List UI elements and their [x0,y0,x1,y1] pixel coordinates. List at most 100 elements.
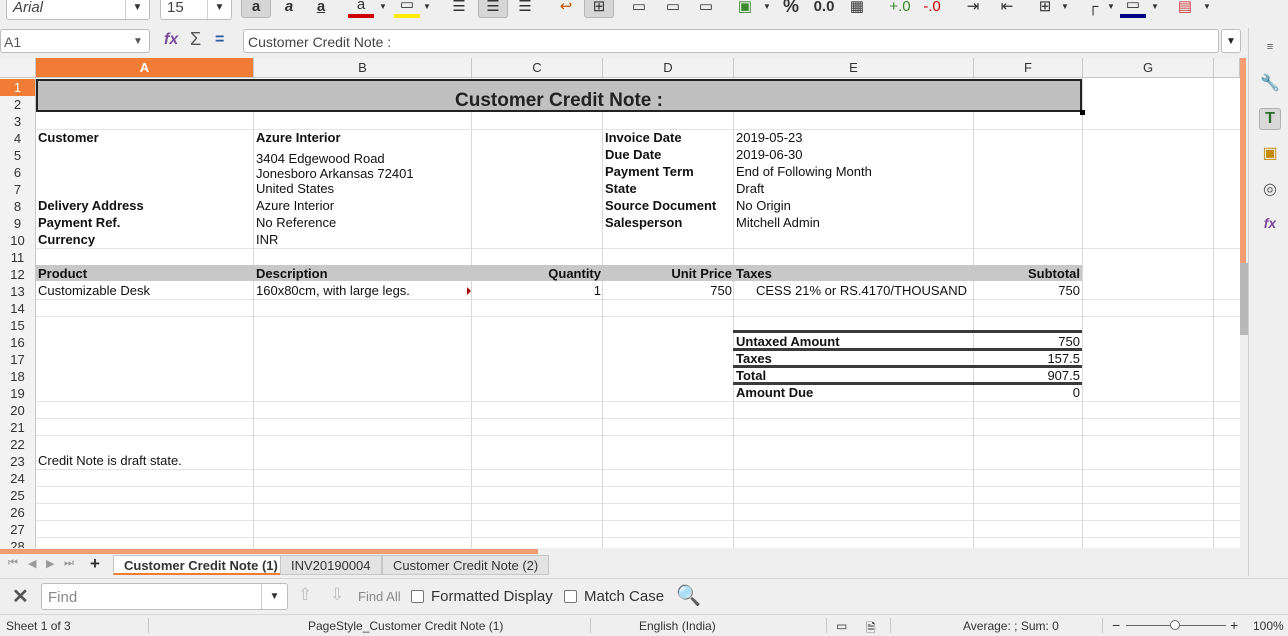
column-header-e[interactable]: E [734,58,974,78]
row-header-20[interactable]: 20 [0,402,36,419]
row-header-25[interactable]: 25 [0,487,36,504]
border-color-icon[interactable]: ▭ [1120,0,1146,18]
bold-icon[interactable]: a [241,0,271,18]
align-right-icon[interactable]: ☰ [513,0,537,18]
fill-handle[interactable] [1080,110,1085,115]
selection-mode-icon[interactable]: ▭ [836,619,847,633]
formula-input[interactable]: Customer Credit Note : [243,29,1219,53]
underline-icon[interactable]: a [310,0,332,18]
align-top-icon[interactable]: ▭ [628,0,650,18]
column-header-g[interactable]: G [1083,58,1214,78]
prev-sheet-icon[interactable]: ◀ [28,557,36,570]
row-header-3[interactable]: 3 [0,113,36,130]
column-header-b[interactable]: B [254,58,472,78]
chevron-down-icon[interactable]: ▼ [762,0,772,18]
language[interactable]: English (India) [639,619,716,633]
row-header-18[interactable]: 18 [0,368,36,385]
document-modified-icon[interactable]: 🗎 [866,619,876,636]
functions-icon[interactable]: fx [1259,212,1281,234]
row-header-7[interactable]: 7 [0,181,36,198]
row-header-10[interactable]: 10 [0,232,36,249]
align-middle-icon[interactable]: ▭ [662,0,684,18]
vertical-scrollbar[interactable] [1240,58,1248,548]
add-sheet-icon[interactable]: + [90,554,100,574]
merge-cells-icon[interactable]: ⊞ [584,0,614,18]
row-header-17[interactable]: 17 [0,351,36,368]
row-header-21[interactable]: 21 [0,419,36,436]
font-name-box[interactable]: Arial ▼ [6,0,150,20]
tab-customer-credit-note-2[interactable]: Customer Credit Note (2) [382,555,550,575]
credit-note-title[interactable]: Customer Credit Note : [36,79,1082,112]
italic-icon[interactable]: a [278,0,300,18]
find-next-icon[interactable]: ⇩ [330,585,344,605]
chevron-down-icon[interactable]: ▼ [127,30,149,52]
font-color-icon[interactable]: a [348,0,374,18]
row-header-6[interactable]: 6 [0,164,36,181]
add-decimal-icon[interactable]: +.0 [886,0,914,18]
chevron-down-icon[interactable]: ▼ [1202,0,1212,18]
function-wizard-icon[interactable]: fx [164,31,178,49]
delete-decimal-icon[interactable]: -.0 [918,0,946,18]
horizontal-scrollbar[interactable] [0,549,538,554]
row-header-24[interactable]: 24 [0,470,36,487]
sidebar-menu-icon[interactable]: ≡ [1259,36,1281,58]
border-style-icon[interactable]: ┌ [1082,0,1104,18]
chevron-down-icon[interactable]: ▼ [1060,0,1070,18]
find-previous-icon[interactable]: ⇧ [298,585,312,605]
borders-icon[interactable]: ⊞ [1034,0,1056,18]
sum-icon[interactable]: Σ [190,29,201,50]
styles-icon[interactable]: T [1259,108,1281,130]
page-style[interactable]: PageStyle_Customer Credit Note (1) [308,619,503,633]
formatted-display-checkbox[interactable] [411,590,424,603]
chevron-down-icon[interactable]: ▼ [422,0,432,18]
spreadsheet-grid[interactable]: A B C D E F G 1 2 3 4 5 6 7 8 9 10 11 12… [0,58,1240,548]
row-header-26[interactable]: 26 [0,504,36,521]
scrollbar-thumb[interactable] [1240,263,1248,335]
row-header-5[interactable]: 5 [0,147,36,164]
row-header-2[interactable]: 2 [0,96,36,113]
row-header-16[interactable]: 16 [0,334,36,351]
first-sheet-icon[interactable]: ⏮ [8,557,18,570]
number-format-icon[interactable]: 0.0 [810,0,838,18]
date-format-icon[interactable]: ▦ [846,0,868,18]
selection-summary[interactable]: Average: ; Sum: 0 [963,619,1059,633]
row-header-8[interactable]: 8 [0,198,36,215]
align-center-icon[interactable]: ☰ [478,0,508,18]
zoom-slider-thumb[interactable] [1170,620,1180,630]
row-header-13[interactable]: 13 [0,283,36,300]
row-header-9[interactable]: 9 [0,215,36,232]
zoom-in-icon[interactable]: + [1230,617,1238,633]
row-header-28[interactable]: 28 [0,538,36,548]
last-sheet-icon[interactable]: ⏭ [64,557,74,570]
chevron-down-icon[interactable]: ▼ [207,0,231,19]
column-header-h[interactable] [1214,58,1240,78]
chevron-down-icon[interactable]: ▼ [261,584,287,609]
tab-customer-credit-note-1[interactable]: Customer Credit Note (1) [113,555,289,575]
row-header-12[interactable]: 12 [0,266,36,283]
find-all-button[interactable]: Find All [358,589,401,604]
match-case-checkbox[interactable] [564,590,577,603]
close-icon[interactable]: ✕ [12,584,29,609]
decrease-indent-icon[interactable]: ⇤ [994,0,1020,18]
align-left-icon[interactable]: ☰ [447,0,471,18]
row-header-11[interactable]: 11 [0,249,36,266]
formula-equals-icon[interactable]: = [215,31,224,49]
find-input[interactable]: Find ▼ [41,583,288,610]
align-bottom-icon[interactable]: ▭ [695,0,717,18]
column-header-d[interactable]: D [603,58,734,78]
highlight-color-icon[interactable]: ▭ [394,0,420,18]
row-header-22[interactable]: 22 [0,436,36,453]
navigator-icon[interactable]: ◎ [1259,178,1281,200]
expand-formula-icon[interactable]: ▼ [1221,29,1241,53]
column-header-f[interactable]: F [974,58,1083,78]
row-header-1[interactable]: 1 [0,79,36,96]
conditional-format-icon[interactable]: ▤ [1172,0,1198,18]
select-all-corner[interactable] [0,58,36,78]
find-replace-icon[interactable]: 🔍 [676,583,701,608]
row-header-4[interactable]: 4 [0,130,36,147]
gallery-icon[interactable]: ▣ [1259,142,1281,164]
chevron-down-icon[interactable]: ▼ [1106,0,1116,18]
column-header-c[interactable]: C [472,58,603,78]
increase-indent-icon[interactable]: ⇥ [960,0,986,18]
tab-inv20190004[interactable]: INV20190004 [280,555,382,575]
